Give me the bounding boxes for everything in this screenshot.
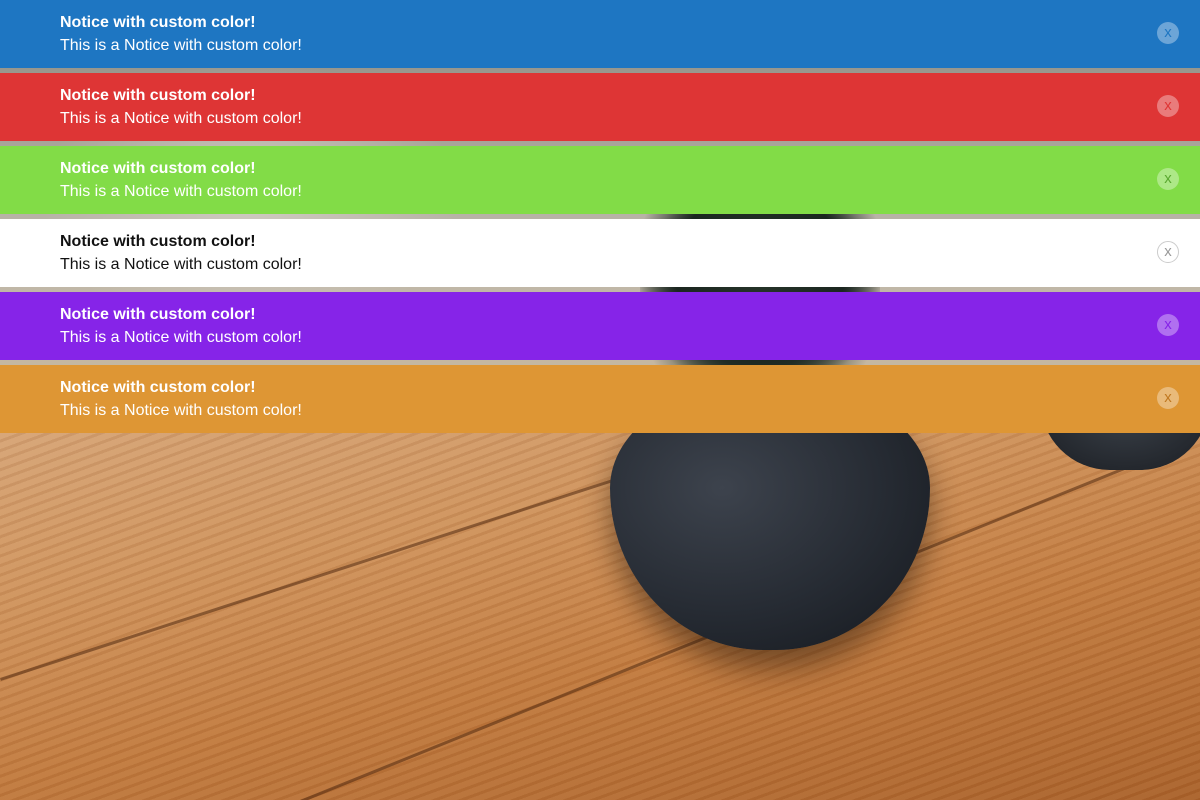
notice-stack: Notice with custom color! This is a Noti… <box>0 0 1200 438</box>
notice: Notice with custom color! This is a Noti… <box>0 73 1200 141</box>
notice-title: Notice with custom color! <box>60 87 256 104</box>
notice: Notice with custom color! This is a Noti… <box>0 365 1200 433</box>
notice-text: This is a Notice with custom color! <box>60 183 302 200</box>
close-button[interactable]: x <box>1157 95 1179 117</box>
wooden-table-image <box>0 430 1200 800</box>
close-button[interactable]: x <box>1157 387 1179 409</box>
notice: Notice with custom color! This is a Noti… <box>0 292 1200 360</box>
notice-text: This is a Notice with custom color! <box>60 402 302 419</box>
notice-text: This is a Notice with custom color! <box>60 329 302 346</box>
close-button[interactable]: x <box>1157 314 1179 336</box>
notice-text: This is a Notice with custom color! <box>60 110 302 127</box>
notice-title: Notice with custom color! <box>60 379 256 396</box>
close-button[interactable]: x <box>1157 22 1179 44</box>
notice-text: This is a Notice with custom color! <box>60 256 302 273</box>
close-button[interactable]: x <box>1157 168 1179 190</box>
notice-title: Notice with custom color! <box>60 160 256 177</box>
notice-text: This is a Notice with custom color! <box>60 37 302 54</box>
close-button[interactable]: x <box>1157 241 1179 263</box>
notice: Notice with custom color! This is a Noti… <box>0 219 1200 287</box>
notice: Notice with custom color! This is a Noti… <box>0 146 1200 214</box>
notice: Notice with custom color! This is a Noti… <box>0 0 1200 68</box>
notice-title: Notice with custom color! <box>60 233 256 250</box>
notice-title: Notice with custom color! <box>60 14 256 31</box>
notice-title: Notice with custom color! <box>60 306 256 323</box>
page: Notice with custom color! This is a Noti… <box>0 0 1200 800</box>
